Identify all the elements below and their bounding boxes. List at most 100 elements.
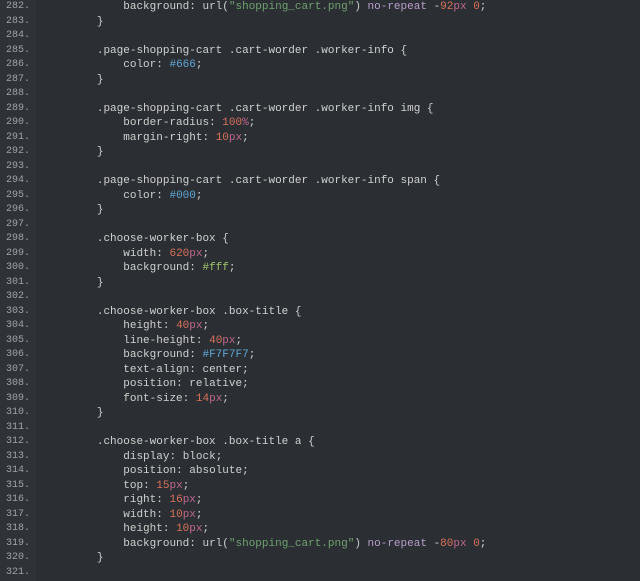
unit: px [189, 248, 202, 260]
code-line [44, 29, 640, 44]
property: border-radius [123, 117, 209, 129]
semicolon: ; [229, 262, 236, 274]
semicolon: ; [183, 480, 190, 492]
colon: : [202, 132, 209, 144]
line-number: 317 [6, 508, 30, 523]
property: height [123, 523, 163, 535]
ident-value: block [183, 451, 216, 463]
colon: : [156, 248, 163, 260]
code-line: top: 15px; [44, 479, 640, 494]
property: line-height [123, 335, 196, 347]
code-line: } [44, 145, 640, 160]
semicolon: ; [203, 248, 210, 260]
property: text-align [123, 364, 189, 376]
unit: px [229, 132, 242, 144]
code-area[interactable]: background: url("shopping_cart.png") no-… [36, 0, 640, 581]
number: 100 [222, 117, 242, 129]
brace-close: } [97, 146, 104, 158]
colon: : [156, 509, 163, 521]
colon: : [163, 523, 170, 535]
colon: : [189, 538, 196, 550]
semicolon: ; [196, 494, 203, 506]
line-number: 288 [6, 87, 30, 102]
line-number: 316 [6, 493, 30, 508]
number: 16 [169, 494, 182, 506]
semicolon: ; [242, 132, 249, 144]
line-number: 295 [6, 189, 30, 204]
number: 15 [156, 480, 169, 492]
code-line: text-align: center; [44, 363, 640, 378]
line-number: 283 [6, 15, 30, 30]
colon: : [156, 190, 163, 202]
color-value: #F7F7F7 [202, 349, 248, 361]
code-line: background: url("shopping_cart.png") no-… [44, 0, 640, 15]
number: 620 [169, 248, 189, 260]
line-number: 308 [6, 377, 30, 392]
semicolon: ; [196, 190, 203, 202]
code-line: border-radius: 100%; [44, 116, 640, 131]
line-number: 305 [6, 334, 30, 349]
line-number: 303 [6, 305, 30, 320]
property: display [123, 451, 169, 463]
unit: px [189, 320, 202, 332]
code-line [44, 421, 640, 436]
line-number: 286 [6, 58, 30, 73]
brace-open: { [434, 175, 441, 187]
colon: : [196, 335, 203, 347]
line-number: 298 [6, 232, 30, 247]
brace-close: } [97, 407, 104, 419]
line-number: 284 [6, 29, 30, 44]
brace-close: } [97, 277, 104, 289]
code-line: } [44, 551, 640, 566]
colon: : [209, 117, 216, 129]
property: height [123, 320, 163, 332]
property: background [123, 349, 189, 361]
brace-close: } [97, 74, 104, 86]
code-line: display: block; [44, 450, 640, 465]
brace-open: { [308, 436, 315, 448]
line-number: 293 [6, 160, 30, 175]
colon: : [189, 1, 196, 13]
unit: px [169, 480, 182, 492]
number: 92 [440, 1, 453, 13]
brace-close: } [97, 16, 104, 28]
code-line: .page-shopping-cart .cart-worder .worker… [44, 44, 640, 59]
code-line: font-size: 14px; [44, 392, 640, 407]
property: color [123, 190, 156, 202]
property: top [123, 480, 143, 492]
property: width [123, 509, 156, 521]
property: background [123, 1, 189, 13]
line-number: 285 [6, 44, 30, 59]
code-line: color: #666; [44, 58, 640, 73]
brace-open: { [222, 233, 229, 245]
semicolon: ; [196, 59, 203, 71]
code-line: width: 620px; [44, 247, 640, 262]
number: 14 [196, 393, 209, 405]
line-number-gutter: 2822832842852862872882892902912922932942… [0, 0, 36, 581]
ident-value: center [202, 364, 242, 376]
unit: px [189, 523, 202, 535]
semicolon: ; [480, 1, 487, 13]
color-value: #fff [202, 262, 228, 274]
code-line [44, 566, 640, 581]
property: background [123, 538, 189, 550]
code-line: position: absolute; [44, 464, 640, 479]
colon: : [176, 378, 183, 390]
number: 10 [216, 132, 229, 144]
semicolon: ; [242, 378, 249, 390]
unit: px [209, 393, 222, 405]
code-line: background: #F7F7F7; [44, 348, 640, 363]
semicolon: ; [202, 320, 209, 332]
line-number: 314 [6, 464, 30, 479]
line-number: 287 [6, 73, 30, 88]
semicolon: ; [249, 349, 256, 361]
unit: px [222, 335, 235, 347]
keyword: no-repeat [368, 1, 427, 13]
code-line: .page-shopping-cart .cart-worder .worker… [44, 174, 640, 189]
code-line: width: 10px; [44, 508, 640, 523]
property: margin-right [123, 132, 202, 144]
line-number: 310 [6, 406, 30, 421]
code-line: background: url("shopping_cart.png") no-… [44, 537, 640, 552]
line-number: 311 [6, 421, 30, 436]
semicolon: ; [202, 523, 209, 535]
